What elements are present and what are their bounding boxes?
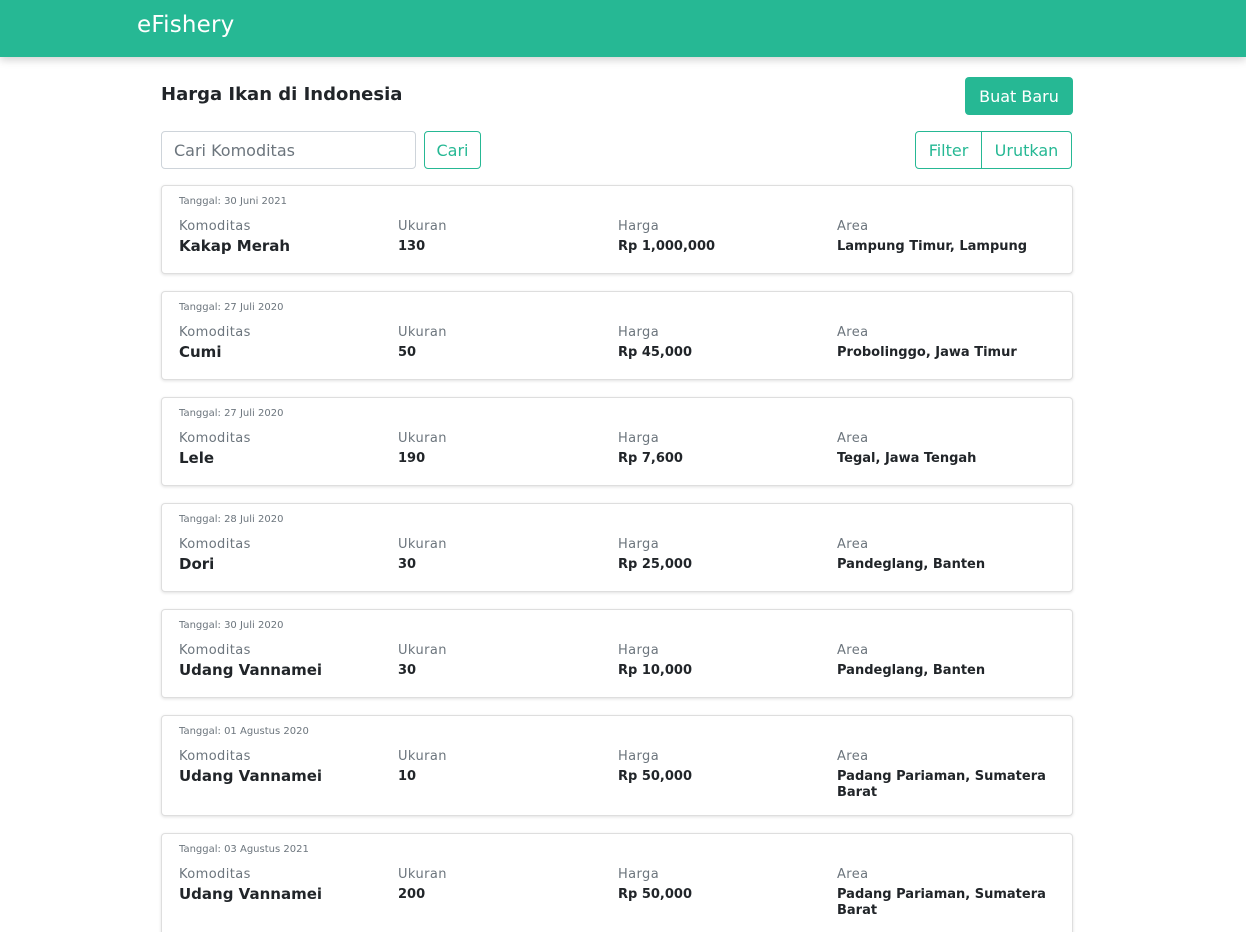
top-navbar: eFishery bbox=[0, 0, 1246, 57]
item-date: Tanggal: 30 Juni 2021 bbox=[179, 196, 288, 207]
harga-label: Harga bbox=[618, 431, 660, 446]
harga-value: Rp 7,600 bbox=[618, 451, 683, 466]
area-value: Pandeglang, Banten bbox=[837, 557, 986, 572]
area-label: Area bbox=[837, 325, 869, 340]
harga-value: Rp 10,000 bbox=[618, 663, 693, 678]
ukuran-label: Ukuran bbox=[398, 431, 447, 446]
ukuran-label: Ukuran bbox=[398, 867, 447, 882]
harga-label: Harga bbox=[618, 643, 660, 658]
komoditas-label: Komoditas bbox=[179, 325, 251, 340]
komoditas-value: Lele bbox=[179, 449, 215, 467]
area-value: Pandeglang, Banten bbox=[837, 663, 986, 678]
ukuran-value: 190 bbox=[398, 451, 426, 466]
harga-value: Rp 25,000 bbox=[618, 557, 693, 572]
page-title: Harga Ikan di Indonesia bbox=[161, 84, 403, 105]
list-item[interactable]: Tanggal: 30 Juni 2021 Komoditas Kakap Mer… bbox=[161, 185, 1073, 274]
komoditas-value: Udang Vannamei bbox=[179, 885, 323, 903]
harga-value: Rp 50,000 bbox=[618, 887, 693, 902]
ukuran-value: 50 bbox=[398, 345, 417, 360]
ukuran-value: 30 bbox=[398, 663, 417, 678]
area-value: Lampung Timur, Lampung bbox=[837, 239, 1028, 254]
search-input[interactable] bbox=[161, 131, 416, 169]
list-item[interactable]: Tanggal: 30 Juli 2020 Komoditas Udang Van… bbox=[161, 609, 1073, 698]
komoditas-label: Komoditas bbox=[179, 643, 251, 658]
komoditas-label: Komoditas bbox=[179, 219, 251, 234]
harga-label: Harga bbox=[618, 325, 660, 340]
harga-label: Harga bbox=[618, 867, 660, 882]
item-date: Tanggal: 30 Juli 2020 bbox=[179, 620, 284, 631]
harga-value: Rp 45,000 bbox=[618, 345, 693, 360]
area-label: Area bbox=[837, 219, 869, 234]
ukuran-label: Ukuran bbox=[398, 325, 447, 340]
harga-value: Rp 1,000,000 bbox=[618, 239, 716, 254]
list-item[interactable]: Tanggal: 27 Juli 2020 Komoditas Cumi Ukur… bbox=[161, 291, 1073, 380]
komoditas-value: Dori bbox=[179, 555, 215, 573]
list-item[interactable]: Tanggal: 03 Agustus 2021 Komoditas Udang … bbox=[161, 833, 1073, 932]
ukuran-value: 130 bbox=[398, 239, 426, 254]
komoditas-label: Komoditas bbox=[179, 537, 251, 552]
filter-sort-group: Filter Urutkan bbox=[915, 131, 1072, 169]
ukuran-value: 10 bbox=[398, 769, 417, 784]
area-label: Area bbox=[837, 749, 869, 764]
harga-label: Harga bbox=[618, 749, 660, 764]
area-label: Area bbox=[837, 431, 869, 446]
item-date: Tanggal: 01 Agustus 2020 bbox=[179, 726, 309, 737]
area-label: Area bbox=[837, 537, 869, 552]
search-button[interactable]: Cari bbox=[424, 131, 481, 169]
komoditas-label: Komoditas bbox=[179, 431, 251, 446]
ukuran-value: 200 bbox=[398, 887, 426, 902]
item-date: Tanggal: 28 Juli 2020 bbox=[179, 514, 284, 525]
area-value: Tegal, Jawa Tengah bbox=[837, 451, 977, 466]
area-value: Padang Pariaman, Sumatera Barat bbox=[837, 887, 1046, 918]
brand-logo-text[interactable]: eFishery bbox=[137, 12, 234, 38]
komoditas-label: Komoditas bbox=[179, 749, 251, 764]
item-date: Tanggal: 03 Agustus 2021 bbox=[179, 844, 309, 855]
area-value: Probolinggo, Jawa Timur bbox=[837, 345, 1017, 360]
harga-value: Rp 50,000 bbox=[618, 769, 693, 784]
area-value: Padang Pariaman, Sumatera Barat bbox=[837, 769, 1046, 800]
ukuran-value: 30 bbox=[398, 557, 417, 572]
list-item[interactable]: Tanggal: 01 Agustus 2020 Komoditas Udang … bbox=[161, 715, 1073, 816]
sort-button[interactable]: Urutkan bbox=[981, 131, 1072, 169]
ukuran-label: Ukuran bbox=[398, 643, 447, 658]
list-item[interactable]: Tanggal: 27 Juli 2020 Komoditas Lele Ukur… bbox=[161, 397, 1073, 486]
komoditas-label: Komoditas bbox=[179, 867, 251, 882]
item-date: Tanggal: 27 Juli 2020 bbox=[179, 408, 284, 419]
harga-label: Harga bbox=[618, 219, 660, 234]
komoditas-value: Udang Vannamei bbox=[179, 767, 323, 785]
komoditas-value: Udang Vannamei bbox=[179, 661, 323, 679]
ukuran-label: Ukuran bbox=[398, 219, 447, 234]
item-date: Tanggal: 27 Juli 2020 bbox=[179, 302, 284, 313]
komoditas-value: Kakap Merah bbox=[179, 237, 291, 255]
list-item[interactable]: Tanggal: 28 Juli 2020 Komoditas Dori Ukur… bbox=[161, 503, 1073, 592]
area-label: Area bbox=[837, 643, 869, 658]
filter-button[interactable]: Filter bbox=[915, 131, 982, 169]
create-new-button[interactable]: Buat Baru bbox=[965, 77, 1073, 115]
area-label: Area bbox=[837, 867, 869, 882]
ukuran-label: Ukuran bbox=[398, 749, 447, 764]
ukuran-label: Ukuran bbox=[398, 537, 447, 552]
harga-label: Harga bbox=[618, 537, 660, 552]
komoditas-value: Cumi bbox=[179, 343, 222, 361]
